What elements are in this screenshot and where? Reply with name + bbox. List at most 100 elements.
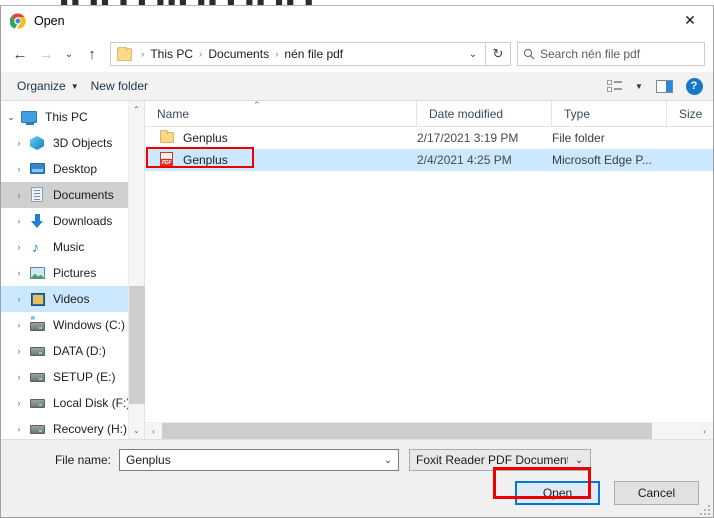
hscroll-thumb[interactable] [162,422,652,440]
sidebar-item-desktop[interactable]: › Desktop [1,156,128,182]
scroll-up-icon[interactable]: ⌃ [129,101,145,118]
scroll-right-icon[interactable]: › [696,427,713,436]
chevron-right-icon[interactable]: › [9,242,29,252]
resize-grip[interactable] [699,504,710,515]
sidebar-scroll-track[interactable] [128,118,145,422]
sidebar-scroll-thumb[interactable] [128,286,145,404]
column-header-name[interactable]: Name ⌃ [145,101,417,126]
sidebar-item-music[interactable]: › ♪ Music [1,234,128,260]
preview-pane-glyph [655,79,673,93]
chevron-down-icon[interactable]: ⌄ [378,455,398,466]
breadcrumb-separator: › [275,48,279,60]
column-header-date-modified[interactable]: Date modified [417,101,552,126]
table-row[interactable]: Genplus 2/17/2021 3:19 PM File folder [145,127,713,149]
sidebar-scrollbar[interactable]: ⌃ ⌄ [128,101,145,439]
table-row[interactable]: PDF Genplus 2/4/2021 4:25 PM Microsoft E… [145,147,713,171]
chevron-down-icon[interactable]: ⌄ [461,43,485,65]
column-header-type[interactable]: Type [552,101,667,126]
organize-button[interactable]: Organize ▼ [11,76,85,96]
preview-pane-icon[interactable] [651,75,677,97]
sidebar-item-windows-c[interactable]: › Windows (C:) [1,312,128,338]
file-rows: Genplus 2/17/2021 3:19 PM File folder PD… [145,127,713,422]
sidebar-item-3d-objects[interactable]: › 3D Objects [1,130,128,156]
chevron-right-icon[interactable]: › [9,138,29,148]
column-header-label: Date modified [429,106,504,121]
sidebar-item-recovery-h[interactable]: › Recovery (H:) [1,416,128,439]
search-input[interactable]: Search nén file pdf [540,47,640,61]
sidebar-item-label: Windows (C:) [53,318,126,332]
help-glyph: ? [685,77,703,95]
file-list-horizontal-scrollbar[interactable]: ‹ › [145,422,713,440]
chevron-right-icon[interactable]: › [9,294,29,304]
chevron-right-icon[interactable]: › [9,398,29,408]
breadcrumb-item-this-pc[interactable]: This PC [149,47,194,61]
help-icon[interactable]: ? [681,75,707,97]
breadcrumb-separator: › [141,48,145,60]
sidebar-item-pictures[interactable]: › Pictures [1,260,128,286]
address-bar[interactable]: › This PC › Documents › nén file pdf ⌄ [110,42,486,66]
up-button[interactable]: ↑ [79,41,105,67]
file-type-select[interactable]: Foxit Reader PDF Document ⌄ [409,449,591,471]
chevron-right-icon[interactable]: › [9,268,29,278]
recent-locations-button[interactable]: ⌄ [59,41,79,67]
title-bar: Open ✕ [1,6,713,36]
hscroll-track[interactable] [162,422,696,440]
chevron-down-icon[interactable]: ⌄ [568,455,590,466]
forward-button[interactable]: → [33,41,59,67]
open-button[interactable]: Open [515,481,600,505]
chevron-right-icon[interactable]: › [9,320,29,330]
drive-icon [29,421,47,437]
chevron-right-icon[interactable]: › [9,372,29,382]
sidebar-item-data-d[interactable]: › DATA (D:) [1,338,128,364]
refresh-icon[interactable]: ↻ [486,42,511,66]
column-headers: Name ⌃ Date modified Type Size [145,101,713,127]
sidebar-item-downloads[interactable]: › Downloads [1,208,128,234]
file-type-cell: Microsoft Edge P... [552,153,652,167]
breadcrumb-separator: › [199,48,203,60]
sidebar-item-label: Music [53,240,85,254]
file-name-input[interactable]: Genplus ⌄ [119,449,399,471]
chevron-down-icon[interactable]: ⌄ [1,112,21,123]
desktop-icon [29,161,47,177]
chrome-icon [9,13,26,29]
dialog-body: ⌄ This PC › 3D Objects › Desktop › Docum… [1,101,713,440]
chevron-right-icon[interactable]: › [9,346,29,356]
file-date-cell: 2/4/2021 4:25 PM [417,153,512,167]
close-icon[interactable]: ✕ [667,6,713,35]
view-options-icon[interactable] [601,75,627,97]
new-folder-button[interactable]: New folder [85,76,154,96]
scroll-left-icon[interactable]: ‹ [145,427,162,436]
sidebar-item-label: Downloads [53,214,113,228]
drive-icon [29,369,47,385]
scroll-down-icon[interactable]: ⌄ [129,422,145,439]
cancel-button[interactable]: Cancel [614,481,699,505]
new-folder-label: New folder [90,79,148,93]
column-header-size[interactable]: Size [667,101,713,126]
view-options-caret[interactable]: ▼ [631,75,647,97]
pictures-icon [29,265,47,281]
window-title: Open [34,14,65,28]
sidebar-item-videos[interactable]: › Videos [1,286,128,312]
dialog-footer: File name: Genplus ⌄ Foxit Reader PDF Do… [1,439,713,517]
back-button[interactable]: ← [7,41,33,67]
sidebar-item-setup-e[interactable]: › SETUP (E:) [1,364,128,390]
chevron-right-icon[interactable]: › [9,164,29,174]
sidebar-item-documents[interactable]: › Documents [1,182,128,208]
sidebar-item-label: SETUP (E:) [53,370,116,384]
file-name-label: Genplus [183,153,228,167]
chevron-down-icon: ▼ [70,81,79,91]
sidebar-item-label: Documents [53,188,114,202]
videos-icon [29,291,47,307]
chevron-right-icon[interactable]: › [9,190,29,200]
breadcrumb-item-current-folder[interactable]: nén file pdf [283,47,344,61]
chevron-down-icon: ▼ [635,81,643,91]
sidebar-item-local-disk-f[interactable]: › Local Disk (F:) [1,390,129,416]
search-box[interactable]: Search nén file pdf [517,42,705,66]
chevron-right-icon[interactable]: › [9,216,29,226]
sidebar-item-this-pc[interactable]: ⌄ This PC [1,104,128,130]
file-type-cell: File folder [552,131,605,145]
3d-objects-icon [29,135,47,151]
chevron-right-icon[interactable]: › [9,424,29,434]
breadcrumb-item-documents[interactable]: Documents [207,47,270,61]
file-type-value: Foxit Reader PDF Document [416,453,569,467]
